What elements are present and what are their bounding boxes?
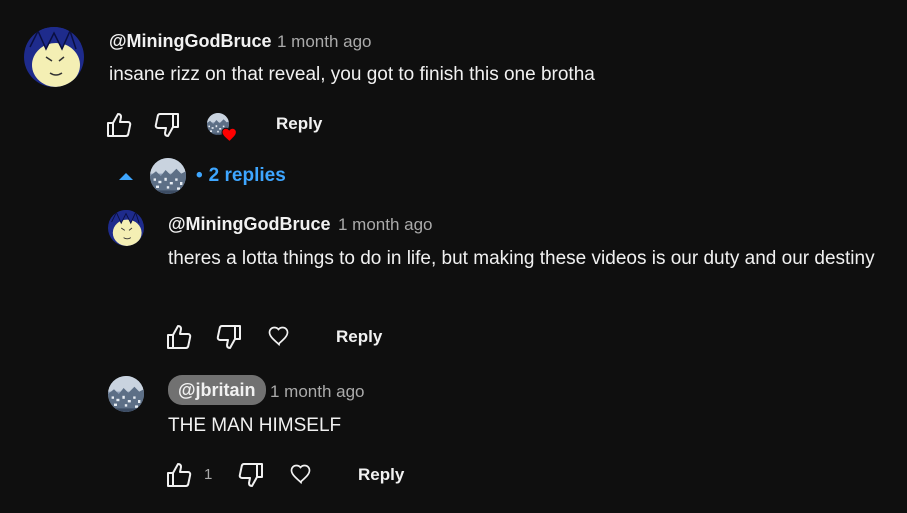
reply-avatar[interactable] (108, 210, 144, 246)
creator-heart-icon (207, 113, 237, 144)
reply-text: THE MAN HIMSELF (168, 415, 342, 436)
reply-text: theres a lotta things to do in life, but… (168, 248, 875, 269)
heart-icon (267, 324, 291, 348)
reply-author-chip[interactable]: @jbritain (168, 375, 266, 405)
comment-author[interactable]: @MiningGodBruce (109, 31, 272, 52)
reply-button[interactable]: Reply (276, 114, 322, 134)
like-button[interactable] (164, 460, 194, 490)
thumbs-down-icon (153, 111, 181, 139)
dislike-button[interactable] (236, 460, 266, 490)
comment-text: insane rizz on that reveal, you got to f… (109, 64, 595, 85)
replies-dot: • (196, 165, 203, 186)
dislike-button[interactable] (152, 110, 182, 140)
thumbs-up-icon (165, 461, 193, 489)
avatar-image (108, 376, 144, 412)
thumbs-up-icon (165, 323, 193, 351)
avatar-image (108, 210, 144, 246)
avatar-image (24, 27, 84, 87)
comment-thread: @MiningGodBruce 1 month ago insane rizz … (0, 0, 907, 513)
reply-button[interactable]: Reply (336, 327, 382, 347)
dislike-button[interactable] (214, 322, 244, 352)
like-count: 1 (204, 466, 213, 483)
reply-button[interactable]: Reply (358, 465, 404, 485)
creator-heart-badge (206, 112, 242, 144)
replies-toggle[interactable]: • 2 replies (118, 158, 286, 194)
avatar[interactable] (24, 27, 84, 87)
reply-timestamp[interactable]: 1 month ago (338, 215, 433, 235)
reply-timestamp[interactable]: 1 month ago (270, 382, 365, 402)
replies-count-label: 2 replies (208, 165, 286, 186)
comment-timestamp[interactable]: 1 month ago (277, 32, 372, 52)
caret-up-icon (119, 173, 133, 180)
heart-button[interactable] (288, 461, 314, 487)
like-button[interactable] (164, 322, 194, 352)
thumbs-down-icon (237, 461, 265, 489)
reply-avatar[interactable] (108, 376, 144, 412)
thumbs-up-icon (105, 111, 133, 139)
like-button[interactable] (104, 110, 134, 140)
replier-avatar (150, 158, 186, 194)
heart-button[interactable] (266, 323, 292, 349)
reply-author[interactable]: @MiningGodBruce (168, 214, 331, 235)
thumbs-down-icon (215, 323, 243, 351)
heart-icon (289, 462, 313, 486)
